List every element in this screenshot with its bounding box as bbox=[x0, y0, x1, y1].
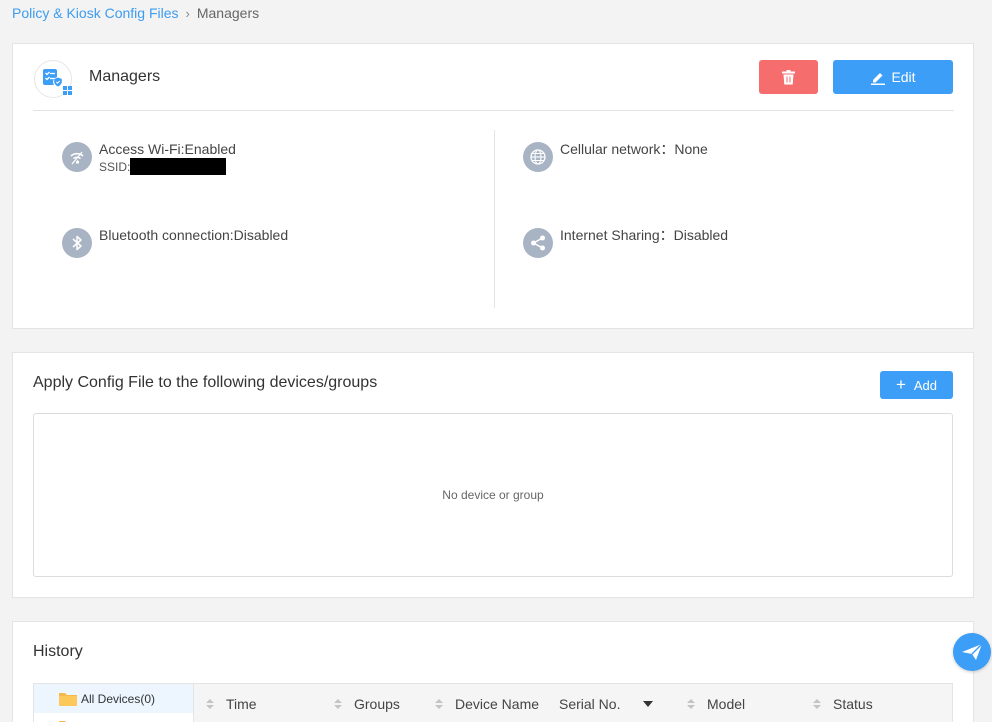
bluetooth-status-label: Bluetooth connection:Disabled bbox=[99, 227, 289, 243]
tree-item-all-devices[interactable]: All Devices(0) bbox=[34, 684, 193, 713]
wifi-icon bbox=[62, 142, 92, 172]
column-header-label: Model bbox=[707, 696, 746, 712]
share-icon bbox=[523, 228, 553, 258]
apply-config-card: Apply Config File to the following devic… bbox=[12, 352, 974, 598]
setting-cellular: Cellular network：None bbox=[523, 141, 708, 172]
sort-icon bbox=[813, 699, 821, 709]
wifi-status-label: Access Wi-Fi:Enabled bbox=[99, 141, 236, 157]
setting-wifi: Access Wi-Fi:Enabled SSID: bbox=[62, 141, 236, 175]
chevron-right-icon: › bbox=[185, 5, 190, 21]
column-header-groups[interactable]: Groups bbox=[334, 684, 400, 722]
column-header-device-name[interactable]: Device Name bbox=[435, 684, 539, 722]
folder-icon bbox=[59, 692, 77, 706]
chevron-down-icon bbox=[643, 701, 654, 707]
add-device-button[interactable]: + Add bbox=[880, 371, 953, 399]
setting-internet-sharing: Internet Sharing：Disabled bbox=[523, 227, 729, 258]
globe-icon bbox=[523, 142, 553, 172]
column-header-label: Groups bbox=[354, 696, 400, 712]
header-divider bbox=[33, 110, 954, 111]
edit-button-label: Edit bbox=[891, 69, 916, 85]
breadcrumb: Policy & Kiosk Config Files › Managers bbox=[12, 5, 259, 21]
delete-button[interactable] bbox=[759, 60, 818, 94]
send-feedback-button[interactable] bbox=[953, 633, 991, 671]
internet-sharing-status-label: Internet Sharing：Disabled bbox=[560, 227, 729, 243]
column-header-label: Status bbox=[833, 696, 873, 712]
column-header-model[interactable]: Model bbox=[687, 684, 745, 722]
apply-section-title: Apply Config File to the following devic… bbox=[33, 374, 378, 391]
column-divider bbox=[494, 130, 495, 308]
bluetooth-icon bbox=[62, 228, 92, 258]
add-button-label: Add bbox=[913, 377, 938, 393]
plus-icon: + bbox=[895, 374, 906, 394]
edit-button[interactable]: Edit bbox=[833, 60, 953, 94]
ssid-label: SSID: bbox=[99, 159, 131, 174]
history-title: History bbox=[33, 643, 83, 660]
breadcrumb-link-config-files[interactable]: Policy & Kiosk Config Files bbox=[12, 5, 179, 21]
column-header-label: Serial No. bbox=[559, 696, 621, 712]
column-header-label: Device Name bbox=[455, 696, 540, 712]
ssid-value-redacted bbox=[130, 158, 227, 175]
sort-icon bbox=[435, 699, 443, 709]
sort-icon bbox=[687, 699, 695, 709]
sort-icon bbox=[206, 699, 214, 709]
setting-bluetooth: Bluetooth connection:Disabled bbox=[62, 227, 289, 258]
profile-logo-icon bbox=[34, 60, 72, 98]
profile-title: Managers bbox=[89, 68, 161, 85]
cellular-status-label: Cellular network：None bbox=[560, 141, 708, 157]
sort-icon bbox=[334, 699, 342, 709]
tree-item-label: All Devices(0) bbox=[81, 691, 156, 706]
send-icon bbox=[962, 643, 983, 660]
column-header-label: Time bbox=[226, 696, 257, 712]
column-header-status[interactable]: Status bbox=[813, 684, 873, 722]
empty-state-text: No device or group bbox=[442, 488, 544, 502]
breadcrumb-current: Managers bbox=[196, 5, 260, 21]
column-header-time[interactable]: Time bbox=[206, 684, 257, 722]
profile-card: Managers Edit Access Wi-Fi:Enabled SSID:… bbox=[12, 43, 974, 329]
history-table-header: Time Groups Device Name Serial No. Model… bbox=[194, 683, 953, 722]
column-header-serial-no[interactable]: Serial No. bbox=[559, 684, 654, 722]
device-group-tree: All Devices(0) bbox=[33, 683, 194, 722]
trash-icon bbox=[782, 69, 795, 84]
edit-pencil-icon bbox=[871, 72, 886, 85]
history-card: History All Devices(0) Time Groups Devic… bbox=[12, 621, 974, 722]
devices-empty-state: No device or group bbox=[33, 413, 953, 577]
